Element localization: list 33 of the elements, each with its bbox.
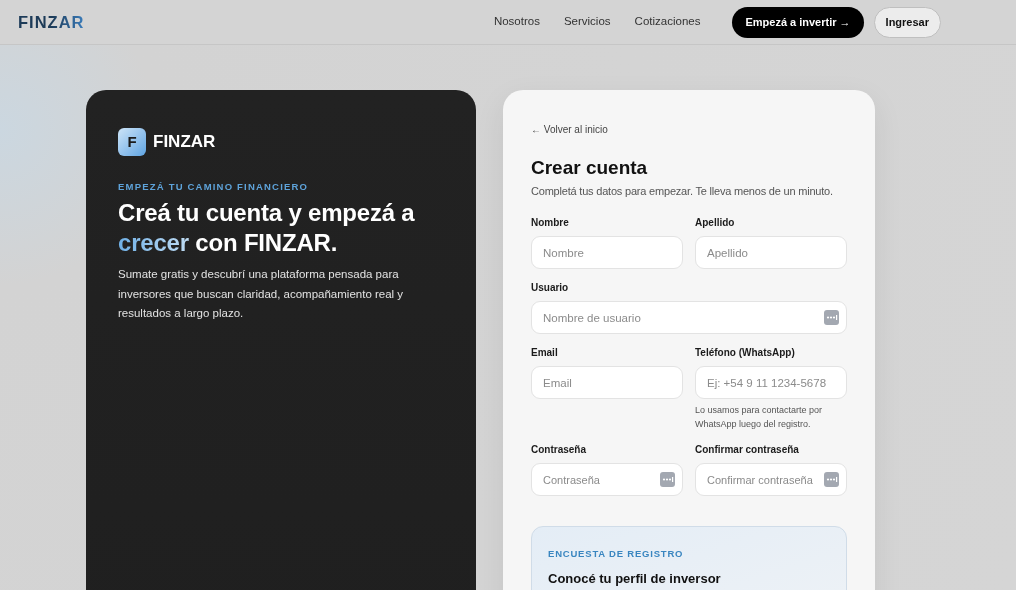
brand-name: FINZAR xyxy=(153,131,216,154)
input-field[interactable]: Nombre de usuario xyxy=(531,301,847,334)
input-field[interactable]: Apellido xyxy=(695,236,847,269)
hero-heading: Creá tu cuenta y empezá a crecer con FINZAR. xyxy=(118,198,416,258)
back-link[interactable]: ← Volver al inicio xyxy=(531,124,608,136)
input-field[interactable]: Nombre xyxy=(531,236,683,269)
input-field[interactable]: Email xyxy=(531,366,683,399)
intro-paragraph: Sumate gratis y descubrí una plataforma pensada para inversores que buscan claridad, acompañamiento real y resultados a largo plazo. xyxy=(118,267,405,321)
form-subtitle: Completá tus datos para empezar. Te lleva menos de un minuto. xyxy=(531,184,834,199)
dots-icon[interactable] xyxy=(824,310,839,325)
eyebrow-text: EMPEZÁ TU CAMINO FINANCIERO xyxy=(118,181,310,193)
cta-button[interactable]: Empezá a invertir → xyxy=(732,6,864,38)
logo-badge-icon: F xyxy=(118,128,146,156)
survey-eyebrow: ENCUESTA DE REGISTRO xyxy=(548,548,685,560)
field-label: Teléfono (WhatsApp) xyxy=(695,347,796,359)
field-label: Email xyxy=(531,347,559,359)
login-button[interactable]: Ingresar xyxy=(873,6,941,38)
dots-icon[interactable] xyxy=(824,472,839,487)
field-label: Usuario xyxy=(531,282,570,294)
input-field[interactable]: Ej: +54 9 11 1234-5678 xyxy=(695,366,847,399)
field-label: Apellido xyxy=(695,217,736,229)
input-field[interactable]: Confirmar contraseña xyxy=(695,463,847,496)
form-title: Crear cuenta xyxy=(531,156,649,180)
dots-icon[interactable] xyxy=(660,472,675,487)
field-label: Confirmar contraseña xyxy=(695,444,800,456)
input-field[interactable]: Contraseña xyxy=(531,463,683,496)
field-label: Nombre xyxy=(531,217,570,229)
nav-link[interactable]: Cotizaciones xyxy=(634,13,701,31)
survey-title: Conocé tu perfil de inversor xyxy=(548,571,722,587)
field-hint: Lo usamos para contactarte por WhatsApp luego del registro. xyxy=(695,404,824,431)
nav-link[interactable]: Nosotros xyxy=(493,13,540,31)
field-label: Contraseña xyxy=(531,444,587,456)
nav-link[interactable]: Servicios xyxy=(563,13,611,31)
